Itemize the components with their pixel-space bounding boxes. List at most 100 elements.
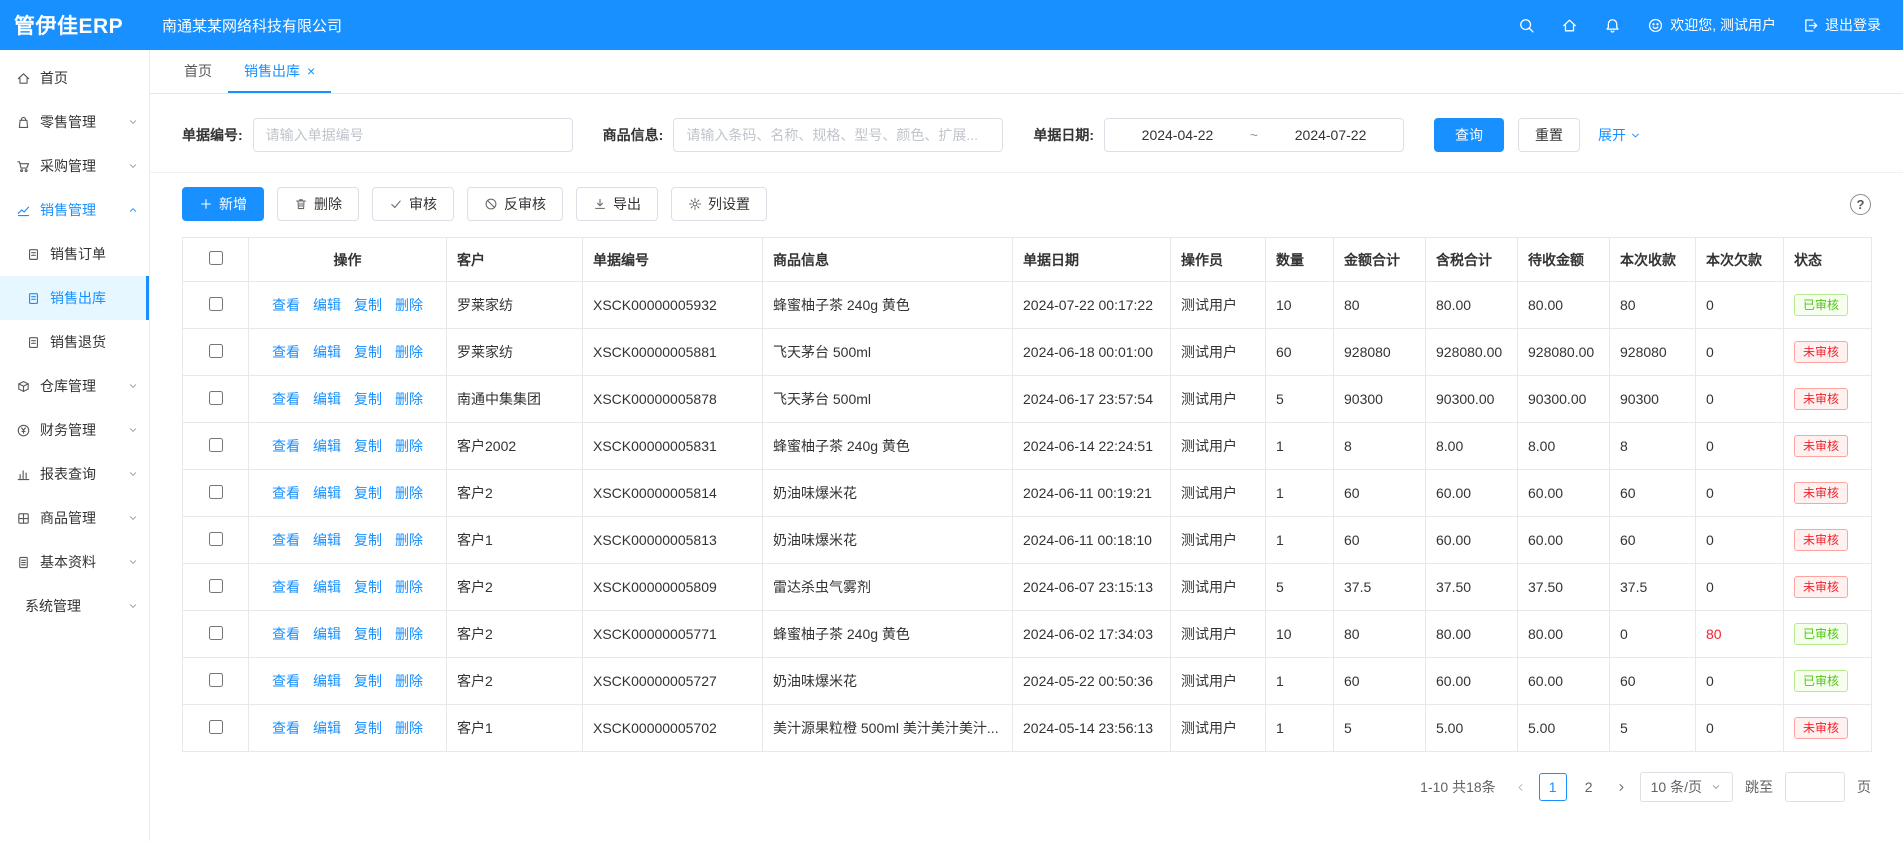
doc-icon — [26, 247, 41, 262]
add-button[interactable]: 新增 — [182, 187, 264, 221]
row-action-edit[interactable]: 编辑 — [313, 483, 341, 503]
column-settings-button[interactable]: 列设置 — [671, 187, 767, 221]
row-action-edit[interactable]: 编辑 — [313, 624, 341, 644]
cell-customer: 客户2 — [447, 470, 583, 517]
sidebar-item-product[interactable]: 商品管理 — [0, 496, 149, 540]
page-size-select[interactable]: 10 条/页 — [1640, 772, 1733, 802]
unaudit-button[interactable]: 反审核 — [467, 187, 563, 221]
row-checkbox[interactable] — [209, 344, 223, 358]
select-all-checkbox[interactable] — [209, 251, 223, 265]
sidebar-item-sales-outbound[interactable]: 销售出库 — [0, 276, 149, 320]
report-icon — [16, 467, 31, 482]
sidebar-item-sales[interactable]: 销售管理 — [0, 188, 149, 232]
tab-sales-outbound[interactable]: 销售出库× — [228, 50, 331, 93]
row-action-delete[interactable]: 删除 — [395, 530, 423, 550]
row-action-copy[interactable]: 复制 — [354, 577, 382, 597]
tab-close-icon[interactable]: × — [307, 63, 315, 79]
welcome-user[interactable]: 欢迎您, 测试用户 — [1647, 15, 1776, 35]
row-checkbox[interactable] — [209, 720, 223, 734]
jump-page-input[interactable] — [1785, 772, 1845, 802]
sidebar-item-label: 采购管理 — [40, 156, 96, 176]
row-action-delete[interactable]: 删除 — [395, 342, 423, 362]
page-number-2[interactable]: 2 — [1575, 773, 1603, 801]
sidebar-item-base-data[interactable]: 基本资料 — [0, 540, 149, 584]
row-action-copy[interactable]: 复制 — [354, 342, 382, 362]
row-action-view[interactable]: 查看 — [272, 577, 300, 597]
cell-qty: 10 — [1266, 611, 1334, 658]
export-button[interactable]: 导出 — [576, 187, 658, 221]
logout-button[interactable]: 退出登录 — [1802, 15, 1881, 35]
row-action-delete[interactable]: 删除 — [395, 577, 423, 597]
next-page-button[interactable] — [1615, 781, 1628, 794]
row-action-copy[interactable]: 复制 — [354, 530, 382, 550]
row-action-delete[interactable]: 删除 — [395, 483, 423, 503]
sidebar-item-system[interactable]: 系统管理 — [0, 584, 149, 628]
row-action-copy[interactable]: 复制 — [354, 718, 382, 738]
row-checkbox[interactable] — [209, 297, 223, 311]
bell-icon[interactable] — [1604, 17, 1621, 34]
row-action-edit[interactable]: 编辑 — [313, 718, 341, 738]
row-action-edit[interactable]: 编辑 — [313, 671, 341, 691]
doc-no-input[interactable] — [253, 118, 573, 152]
row-action-delete[interactable]: 删除 — [395, 436, 423, 456]
row-action-view[interactable]: 查看 — [272, 718, 300, 738]
row-action-view[interactable]: 查看 — [272, 436, 300, 456]
sidebar-item-purchase[interactable]: 采购管理 — [0, 144, 149, 188]
sidebar-item-finance[interactable]: 财务管理 — [0, 408, 149, 452]
row-action-edit[interactable]: 编辑 — [313, 295, 341, 315]
row-action-copy[interactable]: 复制 — [354, 295, 382, 315]
audit-button[interactable]: 审核 — [372, 187, 454, 221]
row-action-view[interactable]: 查看 — [272, 530, 300, 550]
row-action-edit[interactable]: 编辑 — [313, 577, 341, 597]
row-action-edit[interactable]: 编辑 — [313, 342, 341, 362]
delete-button[interactable]: 删除 — [277, 187, 359, 221]
reset-button[interactable]: 重置 — [1518, 118, 1580, 152]
row-action-edit[interactable]: 编辑 — [313, 389, 341, 409]
row-checkbox[interactable] — [209, 391, 223, 405]
date-from-value[interactable]: 2024-04-22 — [1142, 127, 1214, 143]
row-action-view[interactable]: 查看 — [272, 295, 300, 315]
row-action-view[interactable]: 查看 — [272, 342, 300, 362]
tab-home[interactable]: 首页 — [168, 50, 228, 93]
row-action-delete[interactable]: 删除 — [395, 671, 423, 691]
gear-icon — [688, 197, 702, 211]
row-checkbox[interactable] — [209, 532, 223, 546]
sidebar-item-sales-order[interactable]: 销售订单 — [0, 232, 149, 276]
row-action-copy[interactable]: 复制 — [354, 483, 382, 503]
help-icon[interactable]: ? — [1850, 194, 1871, 215]
row-action-view[interactable]: 查看 — [272, 483, 300, 503]
home-icon[interactable] — [1561, 17, 1578, 34]
row-action-delete[interactable]: 删除 — [395, 718, 423, 738]
row-checkbox[interactable] — [209, 485, 223, 499]
row-checkbox[interactable] — [209, 626, 223, 640]
row-checkbox[interactable] — [209, 673, 223, 687]
row-action-delete[interactable]: 删除 — [395, 389, 423, 409]
row-action-edit[interactable]: 编辑 — [313, 530, 341, 550]
row-action-copy[interactable]: 复制 — [354, 671, 382, 691]
prev-page-button[interactable] — [1514, 781, 1527, 794]
sidebar-item-report[interactable]: 报表查询 — [0, 452, 149, 496]
date-range-input[interactable]: 2024-04-22 ~ 2024-07-22 — [1104, 118, 1404, 152]
sidebar-item-warehouse[interactable]: 仓库管理 — [0, 364, 149, 408]
search-button[interactable]: 查询 — [1434, 118, 1504, 152]
row-action-view[interactable]: 查看 — [272, 671, 300, 691]
row-action-delete[interactable]: 删除 — [395, 624, 423, 644]
row-checkbox[interactable] — [209, 579, 223, 593]
search-icon[interactable] — [1518, 17, 1535, 34]
expand-toggle[interactable]: 展开 — [1598, 125, 1642, 145]
page-number-1[interactable]: 1 — [1539, 773, 1567, 801]
sidebar-item-sales-return[interactable]: 销售退货 — [0, 320, 149, 364]
row-action-copy[interactable]: 复制 — [354, 624, 382, 644]
row-action-edit[interactable]: 编辑 — [313, 436, 341, 456]
row-action-copy[interactable]: 复制 — [354, 389, 382, 409]
sidebar-item-retail[interactable]: 零售管理 — [0, 100, 149, 144]
cell-actions: 查看编辑复制删除 — [249, 611, 447, 658]
sidebar-item-home[interactable]: 首页 — [0, 56, 149, 100]
row-action-view[interactable]: 查看 — [272, 624, 300, 644]
row-action-view[interactable]: 查看 — [272, 389, 300, 409]
row-checkbox[interactable] — [209, 438, 223, 452]
row-action-delete[interactable]: 删除 — [395, 295, 423, 315]
row-action-copy[interactable]: 复制 — [354, 436, 382, 456]
product-input[interactable] — [673, 118, 1003, 152]
date-to-value[interactable]: 2024-07-22 — [1295, 127, 1367, 143]
